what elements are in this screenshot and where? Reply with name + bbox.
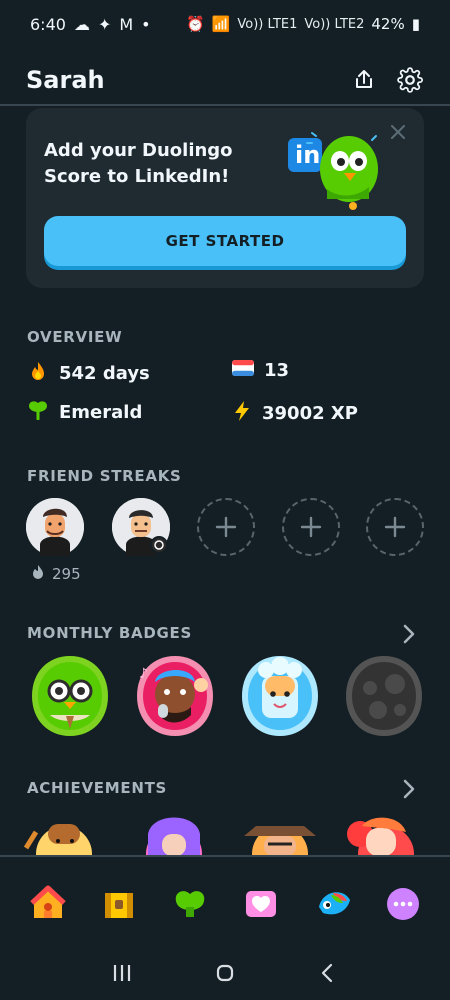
chevron-right-icon[interactable] — [402, 624, 416, 644]
chevron-right-icon[interactable] — [402, 779, 416, 799]
badge-green-bird[interactable] — [26, 652, 114, 740]
plus-icon — [215, 516, 237, 538]
emerald-icon — [27, 400, 49, 425]
flag-icon — [232, 360, 254, 381]
close-icon[interactable] — [388, 122, 408, 142]
gmail-icon: M — [119, 14, 134, 34]
network-label-1: Vo)) LTE1 — [237, 16, 298, 32]
streak-small-icon — [30, 564, 46, 584]
friend-streak-count: 295 — [30, 564, 81, 584]
plus-icon — [300, 516, 322, 538]
bottom-navigation — [0, 857, 450, 950]
dot-icon: • — [141, 14, 151, 34]
recent-apps-icon[interactable] — [110, 961, 134, 989]
badge-locked-dark[interactable] — [340, 652, 428, 740]
friend-avatar-2[interactable] — [112, 498, 170, 556]
xp-value: 39002 XP — [262, 403, 358, 424]
battery-icon: ▮ — [411, 15, 420, 33]
monthly-badges-row: ♪ — [0, 652, 450, 752]
friend-streaks-row: 295 — [26, 498, 424, 588]
achievement-character-2[interactable] — [146, 817, 202, 857]
achievements-title: ACHIEVEMENTS — [27, 779, 168, 797]
overview-title: OVERVIEW — [27, 328, 123, 346]
linkedin-logo-text: in — [295, 141, 320, 169]
steam-icon: ✦ — [97, 14, 112, 34]
character-icon[interactable] — [312, 884, 352, 924]
more-icon[interactable] — [383, 884, 423, 924]
status-time: 6:40 — [30, 14, 66, 34]
achievement-character-3[interactable] — [244, 826, 316, 856]
heart-icon[interactable] — [241, 884, 281, 924]
add-friend-button-1[interactable] — [197, 498, 255, 556]
achievement-character-1[interactable] — [23, 824, 92, 856]
xp-stat: 39002 XP — [232, 400, 358, 427]
language-stat: 13 — [232, 360, 289, 381]
badge-singer[interactable]: ♪ — [131, 652, 219, 740]
share-icon[interactable] — [350, 66, 378, 94]
add-friend-button-2[interactable] — [282, 498, 340, 556]
language-count: 13 — [264, 360, 290, 381]
page-title: Sarah — [26, 66, 105, 94]
league-icon[interactable] — [170, 884, 210, 924]
wifi-icon: 📶 — [211, 15, 231, 33]
battery-percentage: 42% — [371, 15, 405, 33]
status-bar: 6:40 ☁ ✦ M • ⏰ 📶 Vo)) LTE1 Vo)) LTE2 42%… — [0, 0, 450, 48]
system-navigation — [0, 950, 450, 1000]
back-icon[interactable] — [316, 961, 340, 989]
promo-text: Add your Duolingo Score to LinkedIn! — [44, 140, 233, 187]
chest-icon[interactable] — [99, 884, 139, 924]
svg-text:♪: ♪ — [139, 666, 148, 682]
duolingo-linkedin-illustration: in — [280, 126, 385, 212]
linkedin-promo-card: Add your Duolingo Score to LinkedIn! in … — [26, 108, 424, 288]
achievements-preview — [0, 810, 450, 856]
plus-icon — [384, 516, 406, 538]
gear-icon[interactable] — [396, 66, 424, 94]
friend-avatar-1[interactable] — [26, 498, 84, 556]
home-icon[interactable] — [28, 884, 68, 924]
friend-streaks-title: FRIEND STREAKS — [27, 467, 182, 485]
flame-icon — [27, 360, 49, 387]
friend-streak-value: 295 — [52, 565, 81, 583]
profile-header: Sarah — [0, 56, 450, 106]
achievement-character-4[interactable] — [347, 817, 414, 856]
home-system-icon[interactable] — [213, 961, 237, 989]
alarm-icon: ⏰ — [186, 15, 205, 33]
streak-value: 542 days — [59, 363, 150, 384]
network-label-2: Vo)) LTE2 — [304, 16, 365, 32]
add-friend-button-3[interactable] — [366, 498, 424, 556]
league-value: Emerald — [59, 402, 143, 423]
monthly-badges-title: MONTHLY BADGES — [27, 624, 192, 642]
streak-stat: 542 days — [27, 360, 150, 387]
get-started-button[interactable]: GET STARTED — [44, 216, 406, 266]
cloud-icon: ☁ — [73, 14, 90, 34]
badge-ice[interactable] — [236, 652, 324, 740]
league-stat: Emerald — [27, 400, 142, 425]
bolt-icon — [232, 400, 252, 427]
overview-grid: 542 days 13 Emerald 39002 XP — [27, 360, 407, 444]
